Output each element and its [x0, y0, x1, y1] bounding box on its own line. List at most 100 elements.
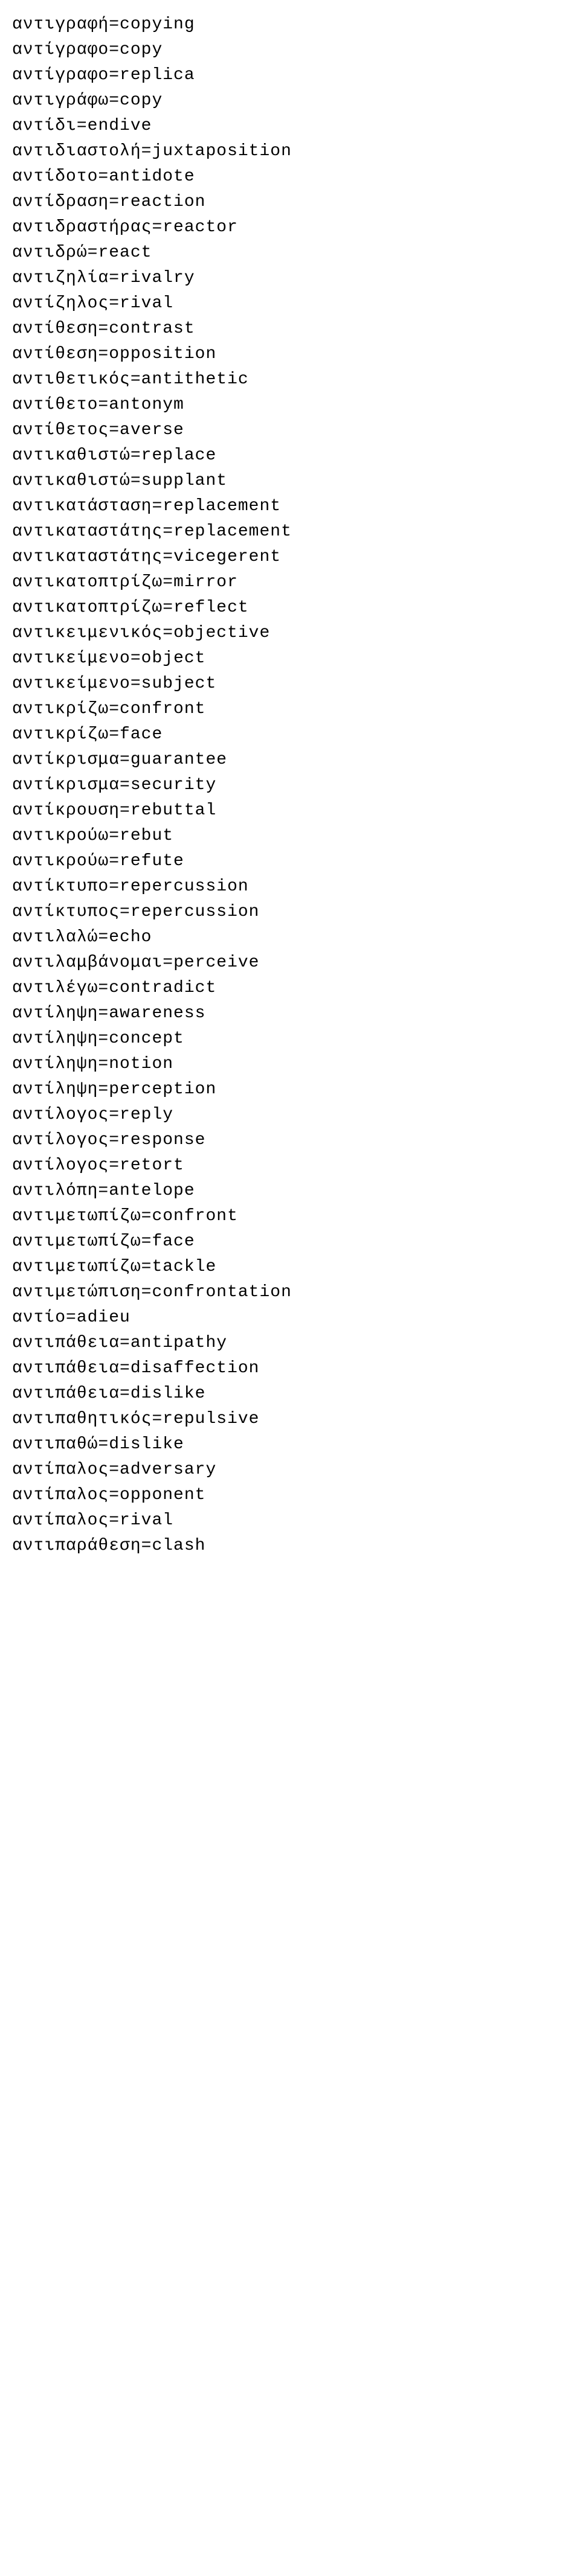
dictionary-entry: αντίο=adieu — [12, 1305, 568, 1331]
separator: = — [77, 117, 88, 135]
separator: = — [109, 1131, 120, 1149]
separator: = — [109, 294, 120, 313]
dictionary-entry: αντιπάθεια=antipathy — [12, 1331, 568, 1356]
english-term: security — [130, 776, 216, 794]
english-term: awareness — [109, 1004, 205, 1023]
dictionary-entry: αντιγραφή=copying — [12, 12, 568, 37]
separator: = — [98, 928, 109, 947]
greek-term: αντιμετωπίζω — [12, 1258, 141, 1276]
greek-term: αντιγράφω — [12, 91, 109, 110]
greek-term: αντίπαλος — [12, 1486, 109, 1504]
english-term: repercussion — [120, 877, 249, 896]
greek-term: αντιπάθεια — [12, 1384, 120, 1403]
dictionary-entry: αντίλογος=retort — [12, 1153, 568, 1178]
dictionary-entry: αντιλαλώ=echo — [12, 925, 568, 950]
greek-term: αντιγραφή — [12, 15, 109, 34]
greek-term: αντικατοπτρίζω — [12, 598, 163, 617]
separator: = — [163, 953, 173, 972]
english-term: dislike — [130, 1384, 206, 1403]
english-term: repercussion — [130, 903, 260, 921]
separator: = — [109, 15, 120, 34]
separator: = — [120, 903, 130, 921]
greek-term: αντίδι — [12, 117, 77, 135]
dictionary-entry: αντίζηλος=rival — [12, 291, 568, 316]
separator: = — [163, 522, 173, 541]
dictionary-entry: αντίληψη=notion — [12, 1052, 568, 1077]
dictionary-entry: αντίγραφο=replica — [12, 63, 568, 88]
english-term: mirror — [173, 573, 238, 592]
separator: = — [98, 1029, 109, 1048]
greek-term: αντικαθιστώ — [12, 446, 130, 465]
english-term: refute — [120, 852, 184, 871]
greek-term: αντικείμενο — [12, 649, 130, 668]
separator: = — [109, 1511, 120, 1530]
separator: = — [98, 1435, 109, 1454]
separator: = — [152, 218, 163, 237]
dictionary-entry: αντίλογος=response — [12, 1128, 568, 1153]
english-term: replacement — [163, 497, 281, 516]
english-term: juxtaposition — [152, 142, 291, 161]
english-term: rebuttal — [130, 801, 216, 820]
dictionary-entry: αντικατάσταση=replacement — [12, 494, 568, 519]
greek-term: αντικατοπτρίζω — [12, 573, 163, 592]
dictionary-entry: αντιλέγω=contradict — [12, 976, 568, 1001]
greek-term: αντιλέγω — [12, 979, 98, 997]
english-term: dislike — [109, 1435, 184, 1454]
english-term: antidote — [109, 167, 195, 186]
greek-term: αντίπαλος — [12, 1511, 109, 1530]
separator: = — [109, 1156, 120, 1175]
greek-term: αντιζηλία — [12, 269, 109, 287]
english-term: copy — [120, 40, 163, 59]
dictionary-entry: αντίθεση=opposition — [12, 342, 568, 367]
separator: = — [130, 446, 141, 465]
dictionary-entry: αντίθετο=antonym — [12, 392, 568, 418]
separator: = — [141, 1536, 152, 1555]
separator: = — [109, 852, 120, 871]
greek-term: αντικειμενικός — [12, 624, 163, 642]
separator: = — [109, 193, 120, 211]
dictionary-entry: αντίληψη=awareness — [12, 1001, 568, 1026]
dictionary-entry: αντιζηλία=rivalry — [12, 266, 568, 291]
english-term: antipathy — [130, 1334, 227, 1352]
english-term: rival — [120, 1511, 173, 1530]
greek-term: αντιλαμβάνομαι — [12, 953, 163, 972]
separator: = — [98, 395, 109, 414]
separator: = — [163, 573, 173, 592]
greek-term: αντικρούω — [12, 852, 109, 871]
dictionary-entry: αντιδραστήρας=reactor — [12, 215, 568, 240]
dictionary-entry: αντιλόπη=antelope — [12, 1178, 568, 1204]
english-term: adversary — [120, 1460, 216, 1479]
english-term: replace — [141, 446, 217, 465]
greek-term: αντιμετώπιση — [12, 1283, 141, 1302]
dictionary-entry: αντίθεση=contrast — [12, 316, 568, 342]
dictionary-entry: αντικαταστάτης=replacement — [12, 519, 568, 545]
separator: = — [98, 1055, 109, 1073]
separator: = — [130, 370, 141, 389]
english-term: tackle — [152, 1258, 216, 1276]
dictionary-entry: αντιδιαστολή=juxtaposition — [12, 139, 568, 164]
greek-term: αντιδρώ — [12, 243, 88, 262]
english-term: antonym — [109, 395, 184, 414]
greek-term: αντίθετος — [12, 421, 109, 439]
english-term: reactor — [163, 218, 238, 237]
separator: = — [109, 1460, 120, 1479]
separator: = — [141, 1232, 152, 1251]
separator: = — [120, 1334, 130, 1352]
dictionary-entry: αντίδραση=reaction — [12, 190, 568, 215]
dictionary-entry: αντιθετικός=antithetic — [12, 367, 568, 392]
dictionary-entry: αντιμετώπιση=confrontation — [12, 1280, 568, 1305]
dictionary-entry: αντιπαράθεση=clash — [12, 1533, 568, 1559]
dictionary-entry: αντικατοπτρίζω=mirror — [12, 570, 568, 595]
dictionary-entry: αντικαθιστώ=supplant — [12, 468, 568, 494]
dictionary-entry: αντιπαθώ=dislike — [12, 1432, 568, 1457]
greek-term: αντικαταστάτης — [12, 548, 163, 566]
dictionary-entry: αντικρούω=refute — [12, 849, 568, 874]
dictionary-entry: αντίληψη=perception — [12, 1077, 568, 1102]
greek-term: αντιθετικός — [12, 370, 130, 389]
english-term: subject — [141, 674, 217, 693]
english-term: reflect — [173, 598, 249, 617]
dictionary-entry: αντικείμενο=subject — [12, 671, 568, 697]
english-term: opponent — [120, 1486, 205, 1504]
dictionary-entry: αντίδι=endive — [12, 113, 568, 139]
english-term: response — [120, 1131, 205, 1149]
